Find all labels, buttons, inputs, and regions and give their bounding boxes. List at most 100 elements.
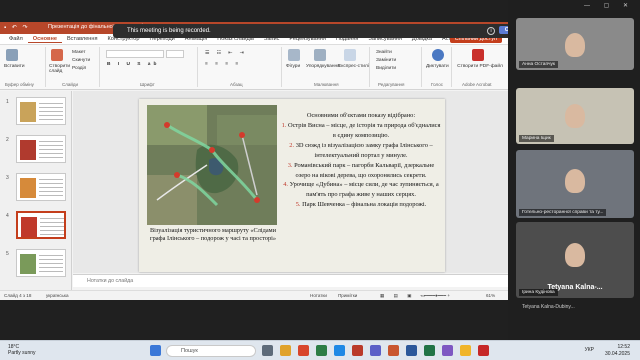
clock-date: 30.04.2025 xyxy=(604,350,630,357)
paste-button[interactable]: Вставити xyxy=(4,64,25,69)
map-caption: Візуалізація туристичного маршруту «Слід… xyxy=(149,227,276,243)
replace-button[interactable]: Замінити xyxy=(376,58,396,63)
thumbnail-number: 1 xyxy=(6,99,9,105)
quick-access-icons[interactable]: ▪ ↶ ↷ xyxy=(4,24,30,31)
slide-thumbnail[interactable] xyxy=(16,97,66,125)
thumbnail-text xyxy=(40,218,64,236)
editing-label: Редагування xyxy=(378,82,405,87)
pdf-app-icon[interactable] xyxy=(478,345,489,356)
select-button[interactable]: Виділити xyxy=(376,66,396,71)
participant-video[interactable]: Марина Іщик xyxy=(516,88,634,144)
language-status[interactable]: українська xyxy=(46,293,69,298)
voice-label: Голос xyxy=(431,82,443,87)
paste-icon[interactable] xyxy=(6,49,18,61)
window-controls[interactable]: — ▢ ✕ xyxy=(584,2,634,9)
slide-heading: Основними об'єктами показу відібрано: xyxy=(306,112,416,119)
slide-item-text: 3D сюжд із візуалізацією замку графа Ілі… xyxy=(295,141,433,159)
editing-group: Знайти Замінити Виділити Редагування xyxy=(372,47,422,87)
slide-list-item: 4. Урочище «Дубина» – місце сили, де час… xyxy=(281,180,441,200)
shapes-icon[interactable] xyxy=(288,49,300,61)
participant-large-name: Tetyana Kalna-... xyxy=(547,284,603,291)
participant-name: Готельно-ресторанної справи та ту... xyxy=(519,209,607,216)
new-slide-button[interactable]: Створити слайд xyxy=(49,64,70,75)
participant-video[interactable]: Анна Остапчук xyxy=(516,18,634,70)
reset-button[interactable]: Скинути xyxy=(72,58,90,63)
section-button[interactable]: Розділ xyxy=(72,66,86,71)
slides-group: Створити слайд Макет Скинути Розділ Слай… xyxy=(48,47,100,87)
app2-icon[interactable] xyxy=(460,345,471,356)
ribbon-tab[interactable]: Файл xyxy=(4,36,28,43)
microphone-icon[interactable] xyxy=(432,49,444,61)
system-clock[interactable]: 12:52 30.04.2025 xyxy=(605,344,630,357)
acrobat-icon[interactable] xyxy=(352,345,363,356)
ribbon-tab[interactable]: Основне xyxy=(27,36,62,43)
search-label: Пошук xyxy=(181,348,198,354)
thumbnail-number: 2 xyxy=(6,137,9,143)
status-bar: Слайд 4 з 18 українська Нотатки Примітки… xyxy=(0,290,508,300)
slide-text-box[interactable]: Основними об'єктами показу відібрано: 1.… xyxy=(281,111,441,210)
weather-widget[interactable]: 18°C Partly sunny xyxy=(8,344,36,356)
edge-icon[interactable] xyxy=(334,345,345,356)
slide-canvas[interactable]: Візуалізація туристичного маршруту «Слід… xyxy=(139,99,445,272)
clipboard-label: Буфер обміну xyxy=(5,82,34,87)
font-name-select[interactable] xyxy=(106,50,164,58)
slide-thumbnail[interactable] xyxy=(16,249,66,277)
slide-list-item: 2. 3D сюжд із візуалізацією замку графа … xyxy=(281,141,441,161)
viber-icon[interactable] xyxy=(442,345,453,356)
start-icon[interactable] xyxy=(150,345,161,356)
paragraph-group: ☰ ☷ ⇤ ⇥ ≡ ≡ ≡ ≡ Абзац xyxy=(200,47,282,87)
arrange-icon[interactable] xyxy=(314,49,326,61)
info-icon[interactable]: i xyxy=(487,26,495,35)
slide-list-item: 5. Парк Шевченка – фінальна локація подо… xyxy=(281,200,441,210)
task-view-icon[interactable] xyxy=(262,345,273,356)
comments-toggle[interactable]: Примітки xyxy=(338,293,357,298)
slide-item-number: 3. xyxy=(287,161,293,169)
clipboard-group: Вставити Буфер обміну xyxy=(2,47,46,87)
slide-thumbnail[interactable] xyxy=(16,173,66,201)
slide-item-number: 1. xyxy=(281,121,287,129)
participant-footer-name: Tetyana Kalna-Dubiny... xyxy=(522,304,575,310)
slide-counter: Слайд 4 з 18 xyxy=(4,293,32,298)
app-icon[interactable] xyxy=(316,345,327,356)
notes-pane[interactable]: Нотатки до слайда xyxy=(73,274,508,287)
powerpoint-icon[interactable] xyxy=(388,345,399,356)
participant-avatar xyxy=(565,103,585,128)
windows-taskbar: 18°C Partly sunny Пошук УКР 12:52 30.04.… xyxy=(0,340,640,360)
font-group: B I U S ab Шрифт xyxy=(102,47,198,87)
ribbon-tab[interactable]: Вставлення xyxy=(62,36,103,43)
acrobat-group: Створити PDF-файл Adobe Acrobat xyxy=(454,47,506,87)
zoom-slider[interactable]: − ━━━━●━━━ + xyxy=(420,293,450,299)
font-size-select[interactable] xyxy=(166,50,184,58)
satellite-map-image xyxy=(147,105,277,225)
align-buttons[interactable]: ≡ ≡ ≡ ≡ xyxy=(205,62,241,67)
slide-thumbnail[interactable] xyxy=(16,135,66,163)
excel-icon[interactable] xyxy=(424,345,435,356)
new-slide-icon[interactable] xyxy=(51,49,63,61)
teams-icon[interactable] xyxy=(370,345,381,356)
notes-toggle[interactable]: Нотатки xyxy=(310,293,327,298)
layout-button[interactable]: Макет xyxy=(72,50,86,55)
font-format-buttons[interactable]: B I U S ab xyxy=(107,62,159,67)
file-explorer-icon[interactable] xyxy=(280,345,291,356)
recording-message: This meeting is being recorded. xyxy=(127,27,211,34)
styles-icon[interactable] xyxy=(344,49,356,61)
weather-desc: Partly sunny xyxy=(8,350,36,356)
word-icon[interactable] xyxy=(406,345,417,356)
shapes-button[interactable]: Фігури xyxy=(286,64,300,69)
paragraph-label: Абзац xyxy=(230,82,243,87)
participant-avatar xyxy=(565,169,585,194)
slide-thumbnail[interactable] xyxy=(16,211,66,239)
create-pdf-button[interactable]: Створити PDF-файл xyxy=(456,64,504,69)
participant-video[interactable]: Готельно-ресторанної справи та ту... xyxy=(516,150,634,218)
language-indicator[interactable]: УКР xyxy=(585,347,594,353)
find-button[interactable]: Знайти xyxy=(376,50,392,55)
styles-button[interactable]: Експрес-стилі xyxy=(338,64,369,69)
pdf-icon[interactable] xyxy=(472,49,484,61)
list-buttons[interactable]: ☰ ☷ ⇤ ⇥ xyxy=(205,51,247,56)
dictate-button[interactable]: Диктувати xyxy=(426,64,449,69)
thumbnail-image xyxy=(20,140,36,160)
chrome-icon[interactable] xyxy=(298,345,309,356)
slide-thumbnails-panel: 1 2 3 4 5 xyxy=(0,91,72,291)
arrange-button[interactable]: Упорядкування xyxy=(306,64,340,69)
taskbar-search[interactable]: Пошук xyxy=(166,345,256,357)
